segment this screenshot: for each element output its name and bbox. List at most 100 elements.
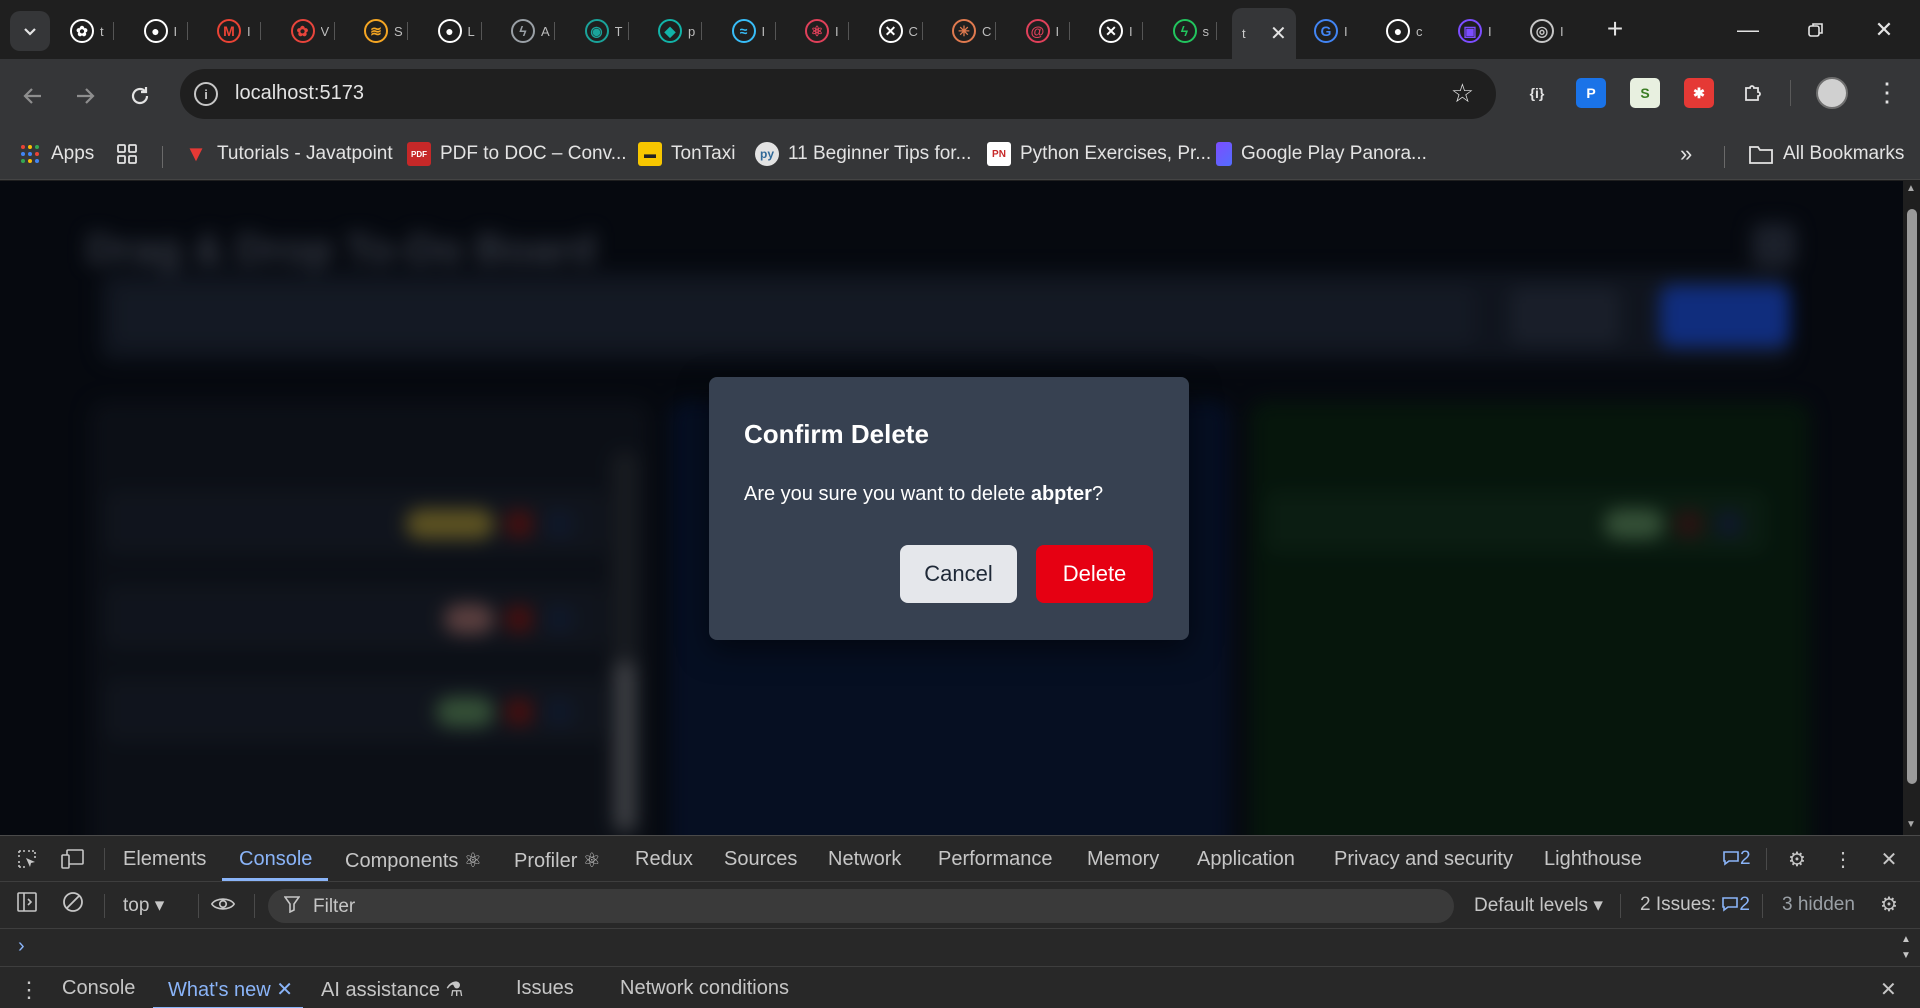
browser-tab[interactable]: ✳ C [952, 14, 996, 48]
drawer-tab[interactable]: Network conditions [620, 977, 789, 1000]
drawer-tab[interactable]: What's new ✕ [168, 977, 293, 1002]
browser-tab[interactable]: ✕ C [878, 14, 923, 48]
active-tab[interactable]: t ✕ [1232, 8, 1296, 59]
extension-blue-icon[interactable]: P [1576, 78, 1606, 108]
browser-tab[interactable]: ✕ I [1099, 14, 1143, 48]
issues-link[interactable]: 2 Issues: 2 [1640, 894, 1750, 916]
chrome-icon: ◎ [1530, 19, 1554, 43]
bookmark-pdf-to-doc[interactable]: PDF PDF to DOC – Conv... [407, 139, 627, 169]
scroll-down-icon[interactable]: ▼ [1906, 819, 1916, 830]
bookmark-tontaxi[interactable]: ▬ TonTaxi [638, 139, 735, 169]
browser-tab[interactable]: ϟA [511, 14, 555, 48]
cancel-button[interactable]: Cancel [900, 545, 1017, 603]
browser-tab[interactable]: ◆ p [658, 14, 702, 48]
browser-tab[interactable]: ✿ t [70, 14, 114, 48]
browser-tab[interactable]: ● c [1386, 14, 1426, 48]
drawer-tab-label: Network conditions [620, 977, 789, 999]
close-tab-icon[interactable]: ✕ [1270, 21, 1287, 46]
context-selector[interactable]: top ▾ [123, 894, 164, 917]
minimize-button[interactable]: — [1718, 8, 1778, 52]
forward-button[interactable] [66, 77, 104, 115]
browser-tab[interactable]: ● I [143, 14, 188, 48]
tab-groups-button[interactable] [116, 139, 138, 169]
bookmark-pynative[interactable]: PN Python Exercises, Pr... [987, 139, 1211, 169]
log-levels-dropdown[interactable]: Default levels ▾ [1474, 894, 1603, 917]
devtools-tab[interactable]: Redux [635, 848, 693, 871]
devtools-tab[interactable]: Memory [1087, 848, 1159, 871]
extensions-puzzle-icon[interactable] [1738, 78, 1768, 108]
delete-button[interactable]: Delete [1036, 545, 1153, 603]
console-prompt-chevron-icon[interactable]: › [18, 935, 25, 958]
drawer-menu-icon[interactable]: ⋮ [18, 977, 40, 1003]
profile-avatar[interactable] [1816, 77, 1848, 109]
devtools-tab[interactable]: Privacy and security [1334, 848, 1513, 871]
console-sidebar-icon[interactable] [14, 889, 40, 915]
close-drawer-icon[interactable]: ✕ [1880, 977, 1897, 1002]
clear-console-icon[interactable] [60, 889, 86, 915]
bookmark-google-play[interactable]: Google Play Panora... [1216, 139, 1427, 169]
console-filter-input[interactable]: Filter [268, 889, 1454, 923]
console-output[interactable]: › ▲ ▼ [0, 928, 1920, 966]
browser-tab[interactable]: ● L [437, 14, 482, 48]
browser-tab[interactable]: MI [217, 14, 261, 48]
live-expression-eye-icon[interactable] [210, 891, 236, 917]
page-scrollbar-thumb[interactable] [1907, 209, 1917, 784]
devtools-tab[interactable]: Console [239, 848, 312, 871]
bug-extension-icon[interactable]: ✱ [1684, 78, 1714, 108]
browser-tab[interactable]: ≈ I [731, 14, 776, 48]
bookmark-apps[interactable]: Apps [18, 139, 94, 169]
close-window-button[interactable]: ✕ [1854, 8, 1914, 52]
github-icon: ● [143, 19, 168, 43]
url-text[interactable]: localhost:5173 [235, 82, 364, 105]
tab-search-button[interactable] [10, 11, 50, 51]
browser-tab[interactable]: GI [1314, 14, 1354, 48]
devtools-tab[interactable]: Components ⚛ [345, 848, 482, 873]
console-scroll-down-icon[interactable]: ▼ [1896, 945, 1916, 965]
drawer-tab[interactable]: Issues [516, 977, 574, 1000]
devtools-tab[interactable]: Application [1197, 848, 1295, 871]
browser-menu-icon[interactable]: ⋮ [1874, 77, 1900, 108]
address-bar[interactable]: i localhost:5173 ☆ [180, 69, 1496, 119]
devtools-tab[interactable]: Network [828, 848, 901, 871]
console-settings-icon[interactable]: ⚙ [1876, 891, 1902, 917]
reload-button[interactable] [121, 77, 159, 115]
browser-tab[interactable]: ▣ I [1458, 14, 1498, 48]
json-formatter-extension-icon[interactable]: {i} [1522, 78, 1552, 108]
devtools-tab[interactable]: Elements [123, 848, 206, 871]
inspect-element-icon[interactable] [14, 846, 40, 872]
python-icon: py [755, 142, 779, 166]
bookmark-python-tips[interactable]: py 11 Beginner Tips for... [755, 139, 971, 169]
back-button[interactable] [14, 77, 52, 115]
drawer-tab[interactable]: Console [62, 977, 135, 1000]
google-icon: G [1314, 19, 1338, 43]
browser-tab[interactable]: @ I [1025, 14, 1070, 48]
page-scrollbar[interactable]: ▲ ▼ [1903, 181, 1920, 835]
more-bookmarks-button[interactable]: » [1680, 139, 1692, 169]
bookmark-star-icon[interactable]: ☆ [1451, 78, 1474, 109]
close-tab-icon[interactable]: ✕ [271, 979, 293, 1001]
browser-tab[interactable]: ⚛ I [805, 14, 849, 48]
devtools-tab[interactable]: Profiler ⚛ [514, 848, 601, 873]
settings-gear-icon[interactable]: ⚙ [1784, 846, 1810, 872]
scroll-up-icon[interactable]: ▲ [1906, 183, 1916, 194]
issues-label: 2 Issues: [1640, 894, 1717, 915]
bookmark-javatpoint[interactable]: ▼ Tutorials - Javatpoint [184, 139, 393, 169]
site-info-icon[interactable]: i [194, 82, 218, 106]
drawer-tab[interactable]: AI assistance ⚗ [321, 977, 463, 1002]
devtools-tab[interactable]: Sources [724, 848, 797, 871]
issues-badge[interactable]: 2 [1722, 848, 1751, 870]
devtools-tab[interactable]: Lighthouse [1544, 848, 1642, 871]
browser-tab[interactable]: ≋ S [364, 14, 408, 48]
device-toolbar-icon[interactable] [60, 846, 86, 872]
devtools-tab[interactable]: Performance [938, 848, 1053, 871]
all-bookmarks-button[interactable]: All Bookmarks [1748, 139, 1904, 169]
new-tab-button[interactable]: + [1598, 12, 1632, 46]
browser-tab[interactable]: ϟs [1172, 14, 1217, 48]
browser-tab[interactable]: ◎ I [1530, 14, 1570, 48]
browser-tab[interactable]: ◉ T [584, 14, 629, 48]
devtools-menu-icon[interactable]: ⋮ [1830, 846, 1856, 872]
sheets-extension-icon[interactable]: S [1630, 78, 1660, 108]
close-devtools-icon[interactable]: ✕ [1876, 846, 1902, 872]
restore-button[interactable] [1786, 8, 1846, 52]
browser-tab[interactable]: ✿ V [290, 14, 335, 48]
